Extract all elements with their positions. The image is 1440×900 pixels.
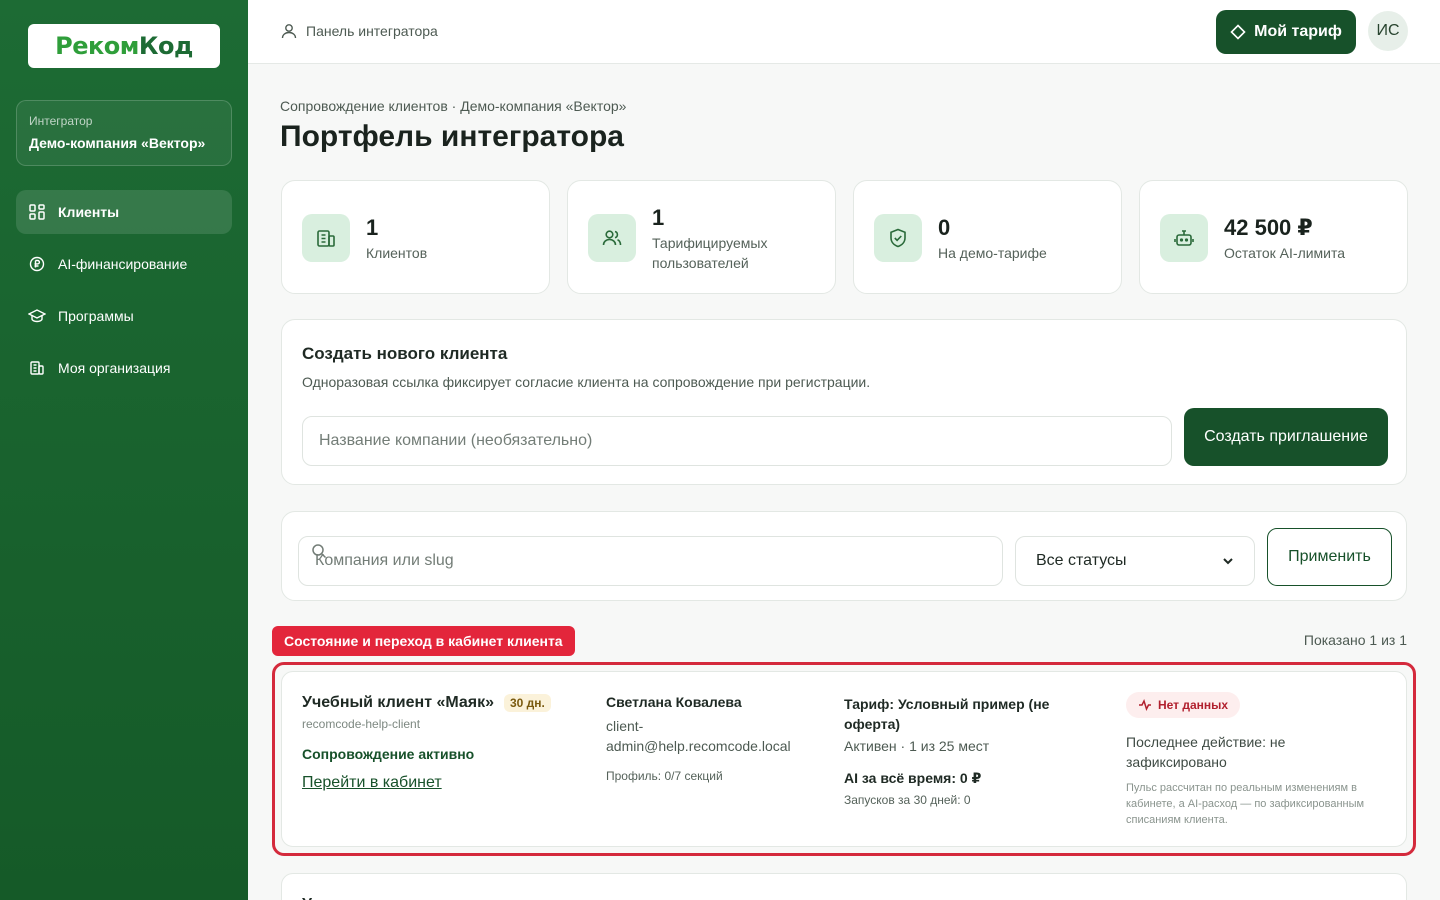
profile-progress: Профиль: 0/7 секций xyxy=(606,769,723,783)
sidebar-item-label: Клиенты xyxy=(58,204,120,220)
stat-value: 0 xyxy=(938,215,951,240)
sidebar: РекомКод Интегратор Демо-компания «Векто… xyxy=(0,0,248,900)
stat-card-clients: 1 Клиентов xyxy=(281,180,550,294)
section-tag: Состояние и переход в кабинет клиента xyxy=(272,626,575,656)
avatar[interactable]: ИС xyxy=(1368,11,1408,51)
pulse-note: Пульс рассчитан по реальным изменениям в… xyxy=(1126,782,1365,826)
create-client-subtitle: Одноразовая ссылка фиксирует согласие кл… xyxy=(302,374,871,390)
sidebar-item-clients[interactable]: Клиенты xyxy=(16,190,232,234)
filter-card: Все статусы Применить xyxy=(281,511,1407,601)
runs-count: Запусков за 30 дней: 0 xyxy=(844,793,971,807)
status-select-value: Все статусы xyxy=(1036,552,1127,569)
shown-count: Показано 1 из 1 xyxy=(1303,632,1407,648)
status-select[interactable]: Все статусы xyxy=(1015,536,1255,586)
sidebar-item-label: Программы xyxy=(58,308,134,324)
client-name: Учебный клиент «Маяк» xyxy=(302,694,495,711)
stat-card-billable-users: 1 Тарифицируемых пользователей xyxy=(567,180,836,294)
client-card: Учебный клиент «Маяк» 30 дн. recomcode-h… xyxy=(281,671,1407,847)
ai-total: AI за всё время: 0 ₽ xyxy=(844,770,982,786)
my-tariff-label: Мой тариф xyxy=(1254,23,1342,40)
diamond-icon xyxy=(1230,24,1246,40)
stat-value: 42 500 ₽ xyxy=(1224,215,1313,240)
contact-email: client-admin@help.recomcode.local xyxy=(606,718,791,754)
no-data-badge: Нет данных xyxy=(1126,692,1241,718)
contact-name: Светлана Ковалева xyxy=(606,694,742,710)
stat-card-ai-limit: 42 500 ₽ Остаток AI-лимита xyxy=(1139,180,1408,294)
user-icon xyxy=(281,24,297,39)
sidebar-item-label: Моя организация xyxy=(58,360,171,376)
search-icon xyxy=(312,544,327,559)
support-status: Сопровождение активно xyxy=(302,746,475,762)
sidebar-item-label: AI-финансирование xyxy=(58,256,188,272)
stat-label: Остаток AI-лимита xyxy=(1224,245,1346,261)
days-badge: 30 дн. xyxy=(504,694,551,712)
sidebar-item-ai-funding[interactable]: AI-финансирование xyxy=(16,242,232,286)
logo[interactable]: РекомКод xyxy=(28,24,220,68)
create-client-card: Создать нового клиента Одноразовая ссылк… xyxy=(281,319,1407,485)
grid-icon xyxy=(28,203,46,221)
search-input[interactable] xyxy=(298,536,1003,586)
breadcrumb: Сопровождение клиентов · Демо-компания «… xyxy=(280,98,627,114)
org-label: Интегратор xyxy=(29,114,93,128)
robot-icon xyxy=(1160,214,1208,262)
building-icon xyxy=(28,359,46,377)
stat-card-demo: 0 На демо-тарифе xyxy=(853,180,1122,294)
no-data-label: Нет данных xyxy=(1158,698,1229,712)
org-name: Демо-компания «Вектор» xyxy=(29,135,206,151)
tariff-name: Тариф: Условный пример (не оферта) xyxy=(844,696,1050,732)
shield-check-icon xyxy=(874,214,922,262)
company-name-input[interactable] xyxy=(302,416,1172,466)
graduation-cap-icon xyxy=(28,307,46,325)
go-to-cabinet-link[interactable]: Перейти в кабинет xyxy=(302,774,442,792)
stat-label: Клиентов xyxy=(366,245,428,261)
create-client-title: Создать нового клиента xyxy=(302,344,508,363)
last-action: Последнее действие: не зафиксировано xyxy=(1126,734,1286,770)
pulse-icon xyxy=(1139,699,1151,711)
page-title: Портфель интегратора xyxy=(280,120,624,153)
sidebar-item-my-organization[interactable]: Моя организация xyxy=(16,346,232,390)
org-switcher[interactable]: Интегратор Демо-компания «Вектор» xyxy=(16,100,232,166)
client-slug: recomcode-help-client xyxy=(302,717,421,731)
coin-icon xyxy=(28,255,46,273)
client-card-next: У xyxy=(281,873,1407,900)
stat-label: Тарифицируемых пользователей xyxy=(652,235,768,271)
sidebar-item-programs[interactable]: Программы xyxy=(16,294,232,338)
logo-text-part1: Реком xyxy=(55,32,139,60)
panel-label: Панель интегратора xyxy=(280,22,438,40)
my-tariff-button[interactable]: Мой тариф xyxy=(1216,10,1356,54)
chevron-down-icon xyxy=(1223,558,1233,565)
sidebar-nav: Клиенты AI-финансирование Программы Моя … xyxy=(16,190,232,398)
users-icon xyxy=(588,214,636,262)
stat-value: 1 xyxy=(366,215,379,240)
panel-label-text: Панель интегратора xyxy=(306,23,438,39)
create-invite-button[interactable]: Создать приглашение xyxy=(1184,408,1388,466)
apply-button[interactable]: Применить xyxy=(1267,528,1392,586)
stat-value: 1 xyxy=(652,205,665,230)
topbar: Панель интегратора Мой тариф ИС xyxy=(248,0,1440,64)
seats-status: Активен · 1 из 25 мест xyxy=(844,738,990,754)
client-name: У xyxy=(302,896,312,900)
building-icon xyxy=(302,214,350,262)
logo-text-part2: Код xyxy=(138,32,194,60)
stat-label: На демо-тарифе xyxy=(938,245,1047,261)
